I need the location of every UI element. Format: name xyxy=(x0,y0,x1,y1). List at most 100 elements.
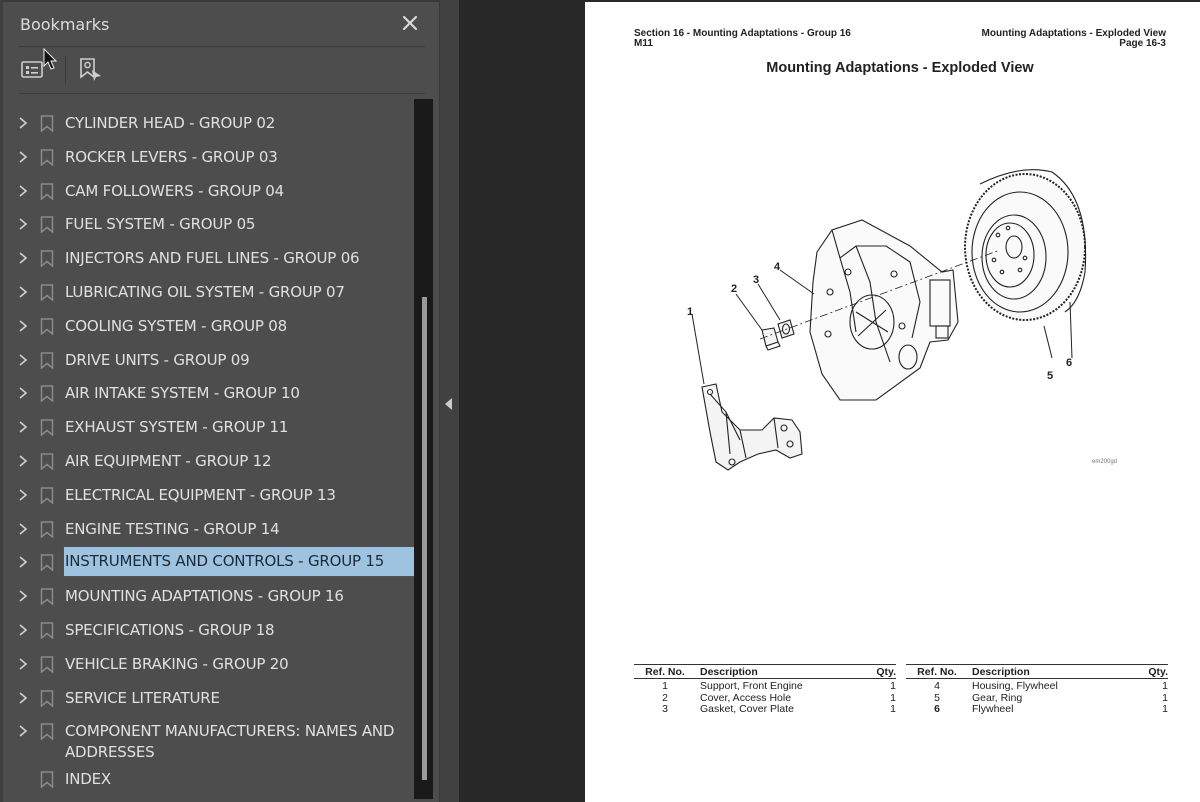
bookmark-icon xyxy=(40,622,54,639)
bookmark-item[interactable]: CYLINDER HEAD - GROUP 02 xyxy=(3,108,415,138)
chevron-right-icon[interactable] xyxy=(18,455,28,467)
chevron-right-icon[interactable] xyxy=(18,387,28,400)
chevron-right-icon[interactable] xyxy=(18,286,28,298)
bookmark-label[interactable]: FUEL SYSTEM - GROUP 05 xyxy=(65,214,255,235)
bookmark-item[interactable]: LUBRICATING OIL SYSTEM - GROUP 07 xyxy=(3,277,415,307)
bookmark-label[interactable]: ENGINE TESTING - GROUP 14 xyxy=(65,519,280,540)
scrollbar-thumb[interactable] xyxy=(422,297,427,780)
chevron-right-icon[interactable] xyxy=(18,184,28,197)
col-ref-no: Ref. No. xyxy=(906,664,968,679)
chevron-right-icon[interactable] xyxy=(18,556,28,569)
bookmark-label[interactable]: ELECTRICAL EQUIPMENT - GROUP 13 xyxy=(65,485,336,506)
bookmark-icon xyxy=(40,689,54,707)
callout-6: 6 xyxy=(1066,357,1072,369)
bookmark-item[interactable]: INJECTORS AND FUEL LINES - GROUP 06 xyxy=(3,243,415,273)
bookmark-label[interactable]: INJECTORS AND FUEL LINES - GROUP 06 xyxy=(65,248,360,269)
bookmark-item[interactable]: COMPONENT MANUFACTURERS: NAMES AND ADDRE… xyxy=(3,716,415,763)
bookmark-options-button[interactable] xyxy=(20,57,46,83)
col-description: Description xyxy=(968,664,1128,679)
bookmark-label[interactable]: VEHICLE BRAKING - GROUP 20 xyxy=(65,654,289,675)
chevron-right-icon[interactable] xyxy=(18,421,28,433)
expand-current-bookmark-button[interactable] xyxy=(78,57,104,83)
bookmark-item[interactable]: ENGINE TESTING - GROUP 14 xyxy=(3,514,415,544)
chevron-right-icon[interactable] xyxy=(18,151,28,163)
bookmark-label[interactable]: COOLING SYSTEM - GROUP 08 xyxy=(65,316,287,337)
bookmark-label[interactable]: SERVICE LITERATURE xyxy=(65,688,220,709)
col-qty: Qty. xyxy=(856,664,896,679)
toolbar-separator xyxy=(65,56,66,84)
bookmark-item[interactable]: COOLING SYSTEM - GROUP 08 xyxy=(3,311,415,341)
bookmark-icon xyxy=(40,351,54,369)
figure-id: em200gd xyxy=(1092,459,1118,465)
document-page: Section 16 - Mounting Adaptations - Grou… xyxy=(585,2,1200,802)
chevron-right-icon[interactable] xyxy=(18,218,28,231)
bookmark-item[interactable]: AIR EQUIPMENT - GROUP 12 xyxy=(3,446,415,476)
flywheel-ring-gear-part xyxy=(964,169,1087,321)
bookmark-label[interactable]: AIR EQUIPMENT - GROUP 12 xyxy=(65,451,271,472)
qty: 1 xyxy=(1162,680,1168,692)
bookmark-label[interactable]: SPECIFICATIONS - GROUP 18 xyxy=(65,620,275,641)
bookmark-item[interactable]: ELECTRICAL EQUIPMENT - GROUP 13 xyxy=(3,480,415,510)
bookmark-label[interactable]: MOUNTING ADAPTATIONS - GROUP 16 xyxy=(65,586,344,607)
chevron-right-icon[interactable] xyxy=(18,252,28,264)
bookmark-item[interactable]: INDEX xyxy=(3,764,415,794)
expand-current-bookmark-icon xyxy=(80,58,101,81)
parts-row: 4 Housing, Flywheel 1 xyxy=(906,679,1168,693)
bookmark-item[interactable]: DRIVE UNITS - GROUP 09 xyxy=(3,345,415,375)
bookmark-label[interactable]: ROCKER LEVERS - GROUP 03 xyxy=(65,147,278,168)
callout-2: 2 xyxy=(731,283,737,295)
bookmark-item[interactable]: SPECIFICATIONS - GROUP 18 xyxy=(3,615,415,645)
chevron-right-icon[interactable] xyxy=(18,658,28,670)
bookmark-label[interactable]: COMPONENT MANUFACTURERS: NAMES AND ADDRE… xyxy=(65,721,410,763)
col-ref-no: Ref. No. xyxy=(634,664,696,679)
callout-4: 4 xyxy=(774,261,781,273)
callout-5: 5 xyxy=(1047,370,1053,382)
bookmark-icon xyxy=(40,385,54,403)
chevron-right-icon[interactable] xyxy=(18,353,28,366)
chevron-right-icon[interactable] xyxy=(18,522,28,535)
bookmark-label[interactable]: AIR INTAKE SYSTEM - GROUP 10 xyxy=(65,383,300,404)
col-qty: Qty. xyxy=(1128,664,1168,679)
bookmark-label[interactable]: DRIVE UNITS - GROUP 09 xyxy=(65,350,250,371)
bookmark-label[interactable]: INSTRUMENTS AND CONTROLS - GROUP 15 xyxy=(63,546,418,578)
page-header-left: Section 16 - Mounting Adaptations - Grou… xyxy=(634,29,851,49)
bookmark-icon xyxy=(40,588,54,606)
chevron-right-icon[interactable] xyxy=(18,320,28,332)
chevron-right-icon[interactable] xyxy=(18,725,28,738)
parts-row: 1 Support, Front Engine 1 xyxy=(634,679,896,693)
bookmark-item[interactable]: EXHAUST SYSTEM - GROUP 11 xyxy=(3,412,415,442)
bookmark-icon xyxy=(40,149,54,166)
ref-no: 6 xyxy=(934,703,940,715)
bookmark-item[interactable]: CAM FOLLOWERS - GROUP 04 xyxy=(3,176,415,206)
panel-title: Bookmarks xyxy=(20,15,110,34)
chevron-right-icon[interactable] xyxy=(18,590,28,602)
bookmark-label[interactable]: CYLINDER HEAD - GROUP 02 xyxy=(65,113,275,134)
bookmark-item[interactable]: AIR INTAKE SYSTEM - GROUP 10 xyxy=(3,378,415,408)
bookmark-item[interactable]: MOUNTING ADAPTATIONS - GROUP 16 xyxy=(3,581,415,611)
page-header-right: Mounting Adaptations - Exploded View Pag… xyxy=(982,29,1166,49)
collapse-panel-button[interactable] xyxy=(445,395,453,410)
bookmark-label[interactable]: LUBRICATING OIL SYSTEM - GROUP 07 xyxy=(65,282,345,303)
close-panel-button[interactable] xyxy=(399,12,421,34)
bookmark-label[interactable]: CAM FOLLOWERS - GROUP 04 xyxy=(65,181,284,202)
callout-3: 3 xyxy=(753,274,759,286)
bookmark-item[interactable]: FUEL SYSTEM - GROUP 05 xyxy=(3,209,415,239)
bookmark-item[interactable]: VEHICLE BRAKING - GROUP 20 xyxy=(3,649,415,679)
bookmark-item[interactable]: ROCKER LEVERS - GROUP 03 xyxy=(3,142,415,172)
description: Gasket, Cover Plate xyxy=(700,703,794,715)
chevron-right-icon[interactable] xyxy=(18,624,28,636)
bookmark-icon xyxy=(40,284,54,301)
bookmark-item[interactable]: INSTRUMENTS AND CONTROLS - GROUP 15 xyxy=(3,546,418,578)
bookmark-icon xyxy=(40,453,54,470)
bookmark-icon xyxy=(40,115,54,132)
chevron-right-icon[interactable] xyxy=(18,117,28,129)
bookmark-icon xyxy=(40,216,54,234)
chevron-right-icon[interactable] xyxy=(18,691,28,704)
close-icon xyxy=(402,15,418,31)
bookmark-label[interactable]: INDEX xyxy=(65,769,111,790)
bookmark-options-icon xyxy=(21,61,43,78)
chevron-right-icon[interactable] xyxy=(18,489,28,501)
bookmark-item[interactable]: SERVICE LITERATURE xyxy=(3,683,415,713)
qty: 1 xyxy=(890,703,896,715)
bookmark-label[interactable]: EXHAUST SYSTEM - GROUP 11 xyxy=(65,417,288,438)
